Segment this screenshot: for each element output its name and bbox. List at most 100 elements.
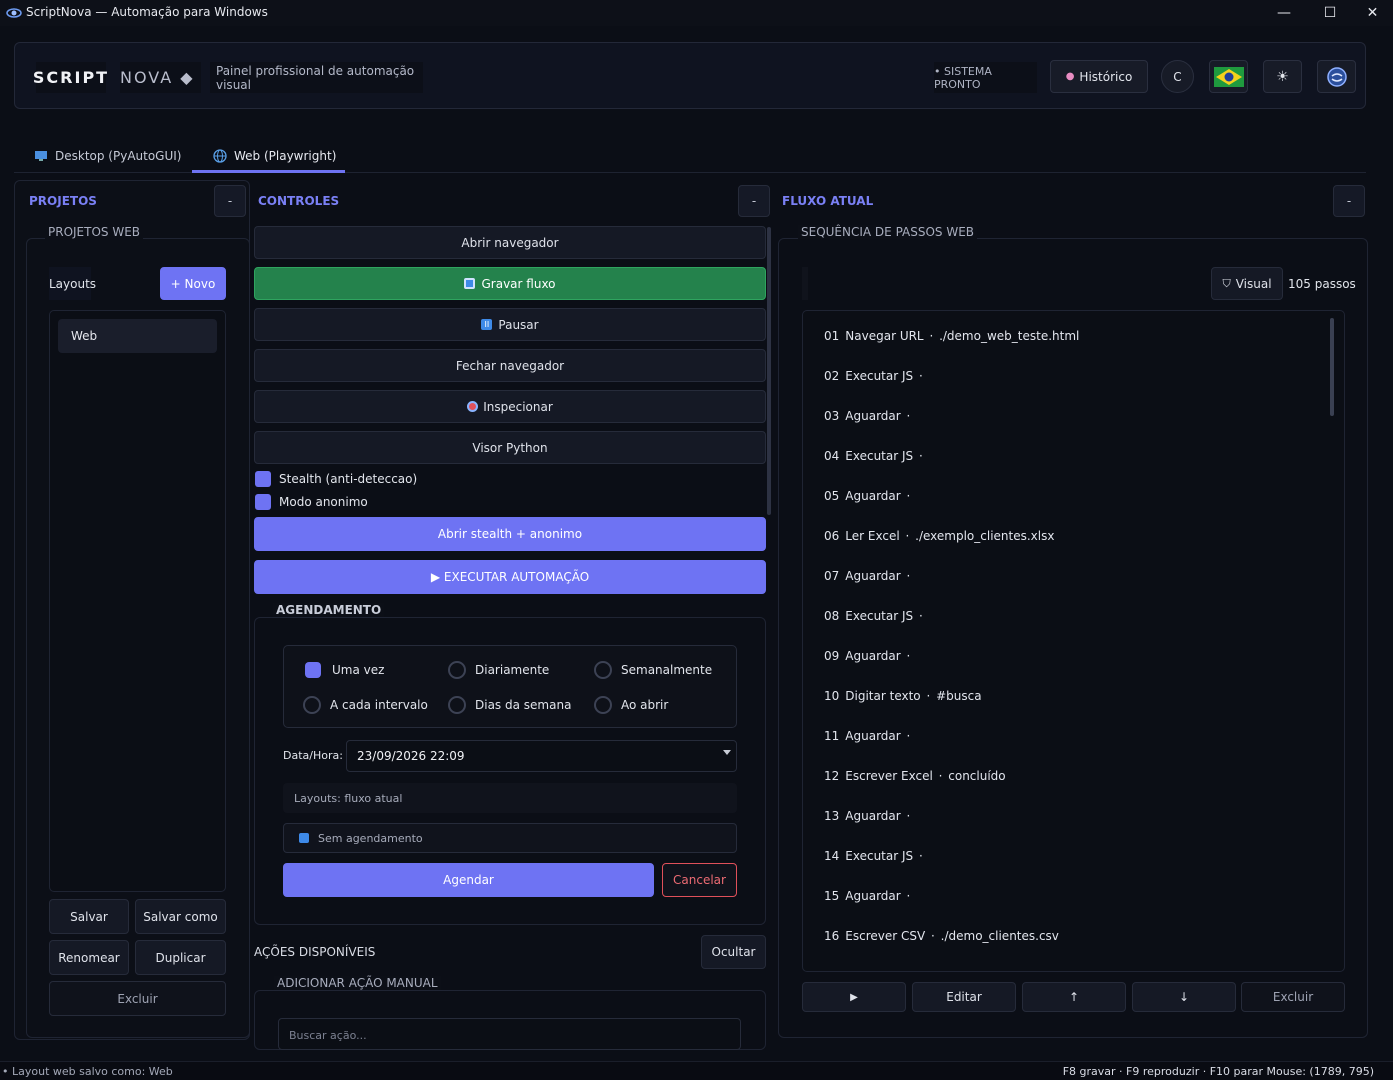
step-number: 16 [824, 929, 840, 943]
stealth-checkbox[interactable] [255, 471, 271, 487]
inspect-label: Inspecionar [483, 399, 553, 414]
hide-actions-button[interactable]: Ocultar [701, 935, 766, 969]
edit-step-button[interactable]: Editar [912, 982, 1016, 1012]
flow-step-row[interactable]: 10 Digitar texto · #busca [824, 689, 982, 703]
flow-step-row[interactable]: 04 Executar JS · [824, 449, 925, 463]
incognito-checkbox[interactable] [255, 494, 271, 510]
step-number: 14 [824, 849, 840, 863]
tab-web[interactable]: Web (Playwright) [213, 140, 336, 172]
step-number: 11 [824, 729, 840, 743]
flow-step-row[interactable]: 05 Aguardar · [824, 489, 912, 503]
tagline: Painel profissional de automação visual [210, 62, 423, 93]
step-number: 09 [824, 649, 840, 663]
step-separator: · [915, 609, 923, 623]
step-separator: · [922, 689, 935, 703]
step-separator: · [902, 649, 911, 663]
flow-step-row[interactable]: 14 Executar JS · [824, 849, 925, 863]
pause-button[interactable]: II Pausar [254, 308, 766, 341]
step-separator: · [902, 889, 911, 903]
logo-script: SCRIPT [33, 62, 107, 93]
save-button[interactable]: Salvar [49, 899, 129, 934]
globe-icon [213, 149, 227, 163]
step-label: Aguardar [845, 809, 901, 823]
rename-button[interactable]: Renomear [49, 940, 129, 975]
projects-collapse-button[interactable]: - [214, 185, 246, 217]
logo-nova: NOVA ◆ [120, 62, 201, 93]
step-number: 04 [824, 449, 840, 463]
save-as-button[interactable]: Salvar como [135, 899, 226, 934]
flow-step-row[interactable]: 13 Aguardar · [824, 809, 912, 823]
option-interval-radio[interactable] [303, 696, 321, 714]
target-icon [467, 401, 479, 412]
option-on-open-radio[interactable] [594, 696, 612, 714]
flow-step-row[interactable]: 11 Aguardar · [824, 729, 912, 743]
schedule-status-label: Sem agendamento [318, 831, 423, 845]
tab-desktop[interactable]: Desktop (PyAutoGUI) [34, 140, 182, 172]
flow-step-row[interactable]: 03 Aguardar · [824, 409, 912, 423]
flow-step-row[interactable]: 07 Aguardar · [824, 569, 912, 583]
option-daily-radio[interactable] [448, 661, 466, 679]
close-window-button[interactable]: ✕ [1352, 0, 1393, 26]
step-number: 10 [824, 689, 840, 703]
step-separator: · [902, 809, 911, 823]
flow-step-row[interactable]: 06 Ler Excel · ./exemplo_clientes.xlsx [824, 529, 1054, 543]
step-number: 01 [824, 329, 840, 343]
chevron-down-icon[interactable] [723, 750, 731, 755]
delete-project-button[interactable]: Excluir [49, 981, 226, 1016]
close-browser-button[interactable]: Fechar navegador [254, 349, 766, 382]
project-list [49, 310, 226, 892]
flow-step-row[interactable]: 16 Escrever CSV · ./demo_clientes.csv [824, 929, 1059, 943]
flow-step-row[interactable]: 02 Executar JS · [824, 369, 925, 383]
step-number: 13 [824, 809, 840, 823]
step-label: Executar JS [845, 449, 914, 463]
c-button[interactable]: C [1161, 60, 1194, 93]
controls-scrollbar[interactable] [767, 227, 771, 515]
duplicate-button[interactable]: Duplicar [135, 940, 226, 975]
delete-step-button[interactable]: Excluir [1241, 982, 1345, 1012]
python-viewer-button[interactable]: Visor Python [254, 431, 766, 464]
flow-collapse-button[interactable]: - [1333, 185, 1365, 217]
visual-button[interactable]: ⛉ Visual [1211, 267, 1283, 300]
step-number: 12 [824, 769, 840, 783]
play-step-button[interactable]: ▶ [802, 982, 906, 1012]
layouts-field[interactable]: Layouts: fluxo atual [283, 783, 737, 813]
move-up-button[interactable]: ↑ [1022, 982, 1126, 1012]
steps-scrollbar[interactable] [1330, 318, 1334, 416]
step-number: 15 [824, 889, 840, 903]
schedule-button[interactable]: Agendar [283, 863, 654, 897]
flow-step-row[interactable]: 08 Executar JS · [824, 609, 925, 623]
flow-step-row[interactable]: 09 Aguardar · [824, 649, 912, 663]
status-badge: • SISTEMA PRONTO [934, 62, 1037, 93]
datetime-input[interactable]: 23/09/2026 22:09 [346, 740, 737, 772]
controls-collapse-button[interactable]: - [738, 185, 770, 217]
minimize-button[interactable]: — [1261, 0, 1307, 26]
project-item-web[interactable]: Web [58, 319, 217, 353]
window-title: ScriptNova — Automação para Windows [26, 5, 268, 19]
new-project-button[interactable]: + Novo [160, 267, 226, 300]
step-label: Aguardar [845, 889, 901, 903]
maximize-button[interactable]: ☐ [1307, 0, 1353, 26]
option-once-radio[interactable] [305, 662, 321, 678]
flow-step-row[interactable]: 15 Aguardar · [824, 889, 912, 903]
move-down-button[interactable]: ↓ [1132, 982, 1236, 1012]
theme-toggle-button[interactable]: ☀ [1263, 60, 1302, 93]
datetime-label: Data/Hora: [283, 749, 343, 762]
language-flag-button[interactable] [1209, 60, 1248, 93]
record-flow-button[interactable]: Gravar fluxo [254, 267, 766, 300]
flow-step-row[interactable]: 12 Escrever Excel · concluído [824, 769, 1006, 783]
open-browser-button[interactable]: Abrir navegador [254, 226, 766, 259]
history-button[interactable]: ● Histórico [1050, 60, 1148, 93]
profile-button[interactable] [1317, 60, 1356, 93]
cancel-schedule-button[interactable]: Cancelar [662, 863, 737, 897]
schedule-status: Sem agendamento [283, 823, 737, 853]
step-label: Aguardar [845, 409, 901, 423]
search-action-input[interactable]: Buscar ação... [278, 1018, 741, 1050]
pause-label: Pausar [498, 317, 539, 332]
option-weekly-radio[interactable] [594, 661, 612, 679]
flow-step-row[interactable]: 01 Navegar URL · ./demo_web_teste.html [824, 329, 1079, 343]
step-label: Ler Excel [845, 529, 900, 543]
option-weekdays-radio[interactable] [448, 696, 466, 714]
run-automation-button[interactable]: ▶ EXECUTAR AUTOMAÇÃO [254, 560, 766, 594]
open-stealth-button[interactable]: Abrir stealth + anonimo [254, 517, 766, 551]
inspect-button[interactable]: Inspecionar [254, 390, 766, 423]
